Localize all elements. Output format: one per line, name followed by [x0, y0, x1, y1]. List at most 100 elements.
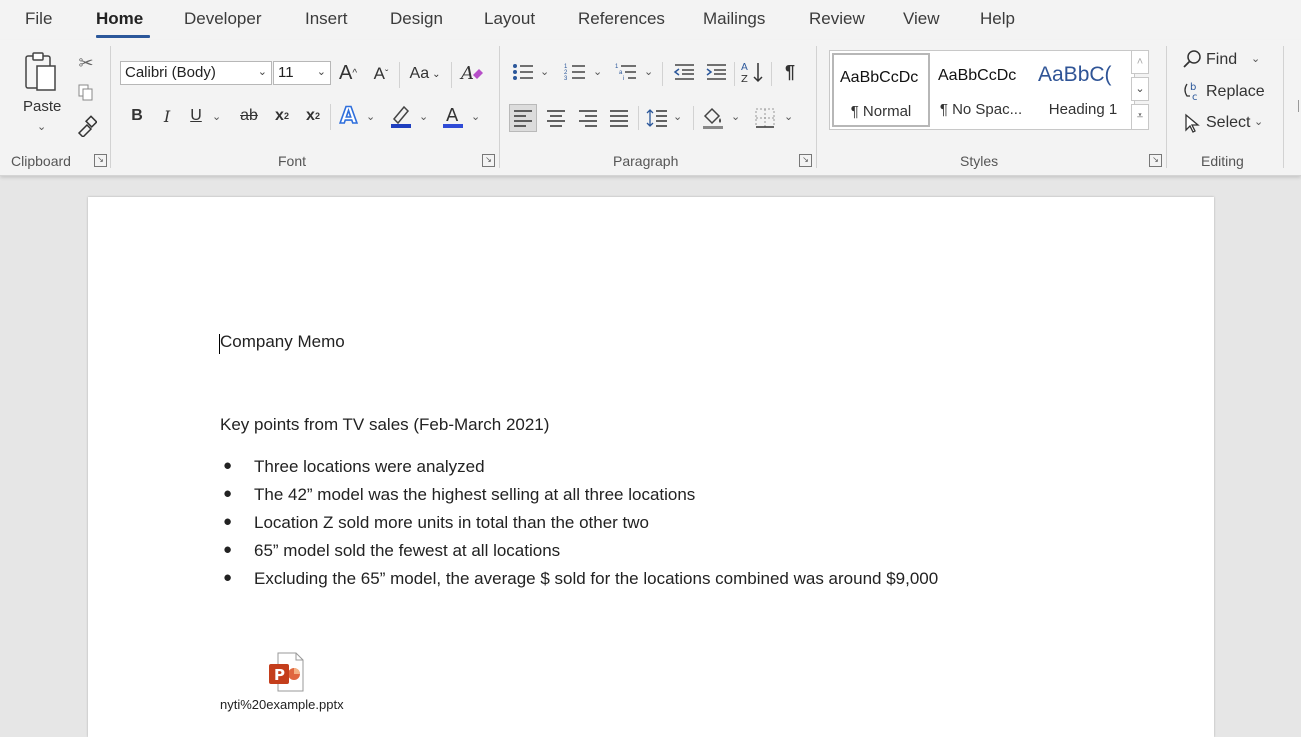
find-icon[interactable] — [1181, 48, 1203, 70]
list-item[interactable]: ● 65” model sold the fewest at all locati… — [223, 541, 560, 561]
font-dialog-launcher-icon[interactable]: ↘ — [482, 154, 495, 167]
group-divider — [110, 46, 111, 168]
style-normal[interactable]: AaBbCcDc ¶ Normal — [832, 53, 930, 127]
ribbon-overflow-marker — [1298, 100, 1299, 112]
svg-text:A: A — [340, 104, 357, 129]
paste-dropdown-icon[interactable]: ⌄ — [37, 120, 46, 133]
memo-subtitle[interactable]: Key points from TV sales (Feb-March 2021… — [220, 415, 549, 435]
highlight-color-icon[interactable] — [388, 102, 414, 130]
shrink-font-icon[interactable]: Aˇ — [369, 62, 393, 86]
select-cursor-icon[interactable] — [1181, 112, 1203, 134]
group-divider — [1283, 46, 1284, 168]
borders-icon[interactable] — [752, 104, 778, 132]
tab-file[interactable]: File — [25, 9, 52, 29]
underline-dropdown-icon[interactable]: ⌄ — [212, 110, 221, 123]
shading-icon[interactable] — [700, 102, 726, 132]
text-effects-icon[interactable]: A — [337, 102, 363, 130]
paragraph-group-label: Paragraph — [613, 153, 679, 169]
highlight-dropdown-icon[interactable]: ⌄ — [419, 110, 428, 123]
grow-font-icon[interactable]: A ^ — [336, 60, 360, 86]
strikethrough-button[interactable]: ab — [235, 104, 263, 128]
underline-button[interactable]: U — [186, 104, 206, 128]
bullets-icon[interactable] — [511, 60, 535, 84]
svg-text:Z: Z — [741, 74, 748, 84]
styles-scroll-up-icon[interactable]: ˄ — [1131, 50, 1149, 74]
replace-icon[interactable]: bc — [1180, 80, 1204, 102]
tab-view[interactable]: View — [903, 9, 940, 29]
bullet-icon: ● — [223, 541, 233, 558]
numbering-dropdown-icon[interactable]: ⌄ — [593, 65, 602, 78]
tab-layout[interactable]: Layout — [484, 9, 535, 29]
tab-insert[interactable]: Insert — [305, 9, 348, 29]
font-group-label: Font — [278, 153, 307, 169]
group-divider — [499, 46, 500, 168]
powerpoint-file-icon[interactable]: P — [268, 652, 304, 692]
decrease-indent-icon[interactable] — [670, 60, 698, 84]
show-formatting-marks-icon[interactable]: ¶ — [778, 60, 802, 84]
borders-dropdown-icon[interactable]: ⌄ — [784, 110, 793, 123]
align-center-icon[interactable] — [543, 104, 569, 132]
font-size-combobox[interactable]: 11 ⌄ — [273, 61, 331, 85]
paste-icon[interactable] — [22, 50, 62, 94]
tab-mailings[interactable]: Mailings — [703, 9, 765, 29]
tab-home[interactable]: Home — [96, 9, 143, 29]
styles-more-icon[interactable]: ⩡ — [1131, 104, 1149, 130]
italic-button[interactable]: I — [157, 104, 177, 128]
select-button[interactable]: Select — [1206, 114, 1250, 132]
font-color-dropdown-icon[interactable]: ⌄ — [471, 110, 480, 123]
editing-group-label: Editing — [1201, 153, 1244, 169]
increase-indent-icon[interactable] — [702, 60, 730, 84]
line-spacing-icon[interactable] — [644, 104, 670, 132]
find-button[interactable]: Find — [1206, 51, 1237, 69]
tab-developer[interactable]: Developer — [184, 9, 262, 29]
bold-button[interactable]: B — [127, 104, 147, 128]
memo-title[interactable]: Company Memo — [220, 332, 345, 352]
attachment-filename[interactable]: nyti%20example.pptx — [220, 697, 344, 712]
text-effects-dropdown-icon[interactable]: ⌄ — [366, 110, 375, 123]
line-spacing-dropdown-icon[interactable]: ⌄ — [673, 110, 682, 123]
justify-icon[interactable] — [606, 104, 632, 132]
select-dropdown-icon[interactable]: ⌄ — [1254, 115, 1263, 128]
copy-icon[interactable] — [76, 82, 96, 104]
tab-references[interactable]: References — [578, 9, 665, 29]
tab-help[interactable]: Help — [980, 9, 1015, 29]
paragraph-dialog-launcher-icon[interactable]: ↘ — [799, 154, 812, 167]
clipboard-dialog-launcher-icon[interactable]: ↘ — [94, 154, 107, 167]
cut-icon[interactable]: ✂ — [76, 52, 96, 74]
list-item[interactable]: ● Excluding the 65” model, the average $ … — [223, 569, 938, 589]
svg-text:A: A — [459, 63, 474, 84]
numbering-icon[interactable]: 123 — [563, 60, 587, 84]
bullet-icon: ● — [223, 457, 233, 474]
divider — [771, 62, 772, 86]
sort-icon[interactable]: AZ — [740, 59, 766, 85]
tab-design[interactable]: Design — [390, 9, 443, 29]
align-left-icon[interactable] — [509, 104, 537, 132]
font-color-icon[interactable]: A — [440, 102, 466, 130]
change-case-button[interactable]: Aa ⌄ — [405, 62, 445, 86]
replace-button[interactable]: Replace — [1206, 83, 1265, 101]
list-item[interactable]: ● Three locations were analyzed — [223, 457, 485, 477]
paste-button-label[interactable]: Paste — [23, 98, 61, 115]
styles-scroll-down-icon[interactable]: ⌄ — [1131, 77, 1149, 101]
font-name-combobox[interactable]: Calibri (Body) ⌄ — [120, 61, 272, 85]
tab-review[interactable]: Review — [809, 9, 865, 29]
document-page[interactable]: Company Memo Key points from TV sales (F… — [88, 197, 1214, 737]
active-tab-indicator — [96, 35, 150, 38]
style-no-spacing[interactable]: AaBbCcDc ¶ No Spac... — [932, 53, 1030, 127]
find-dropdown-icon[interactable]: ⌄ — [1251, 52, 1260, 65]
divider — [451, 62, 452, 88]
style-heading-1[interactable]: AaBbC( Heading 1 — [1032, 53, 1134, 127]
bullets-dropdown-icon[interactable]: ⌄ — [540, 65, 549, 78]
divider — [330, 104, 331, 130]
multilevel-list-icon[interactable]: 1ai — [614, 60, 638, 84]
subscript-button[interactable]: x2 — [271, 104, 293, 128]
list-item[interactable]: ● The 42” model was the highest selling a… — [223, 485, 695, 505]
multilevel-dropdown-icon[interactable]: ⌄ — [644, 65, 653, 78]
align-right-icon[interactable] — [575, 104, 601, 132]
list-item[interactable]: ● Location Z sold more units in total tha… — [223, 513, 649, 533]
format-painter-icon[interactable] — [74, 114, 98, 138]
superscript-button[interactable]: x2 — [302, 104, 324, 128]
styles-dialog-launcher-icon[interactable]: ↘ — [1149, 154, 1162, 167]
shading-dropdown-icon[interactable]: ⌄ — [731, 110, 740, 123]
clear-formatting-icon[interactable]: A — [458, 60, 486, 86]
